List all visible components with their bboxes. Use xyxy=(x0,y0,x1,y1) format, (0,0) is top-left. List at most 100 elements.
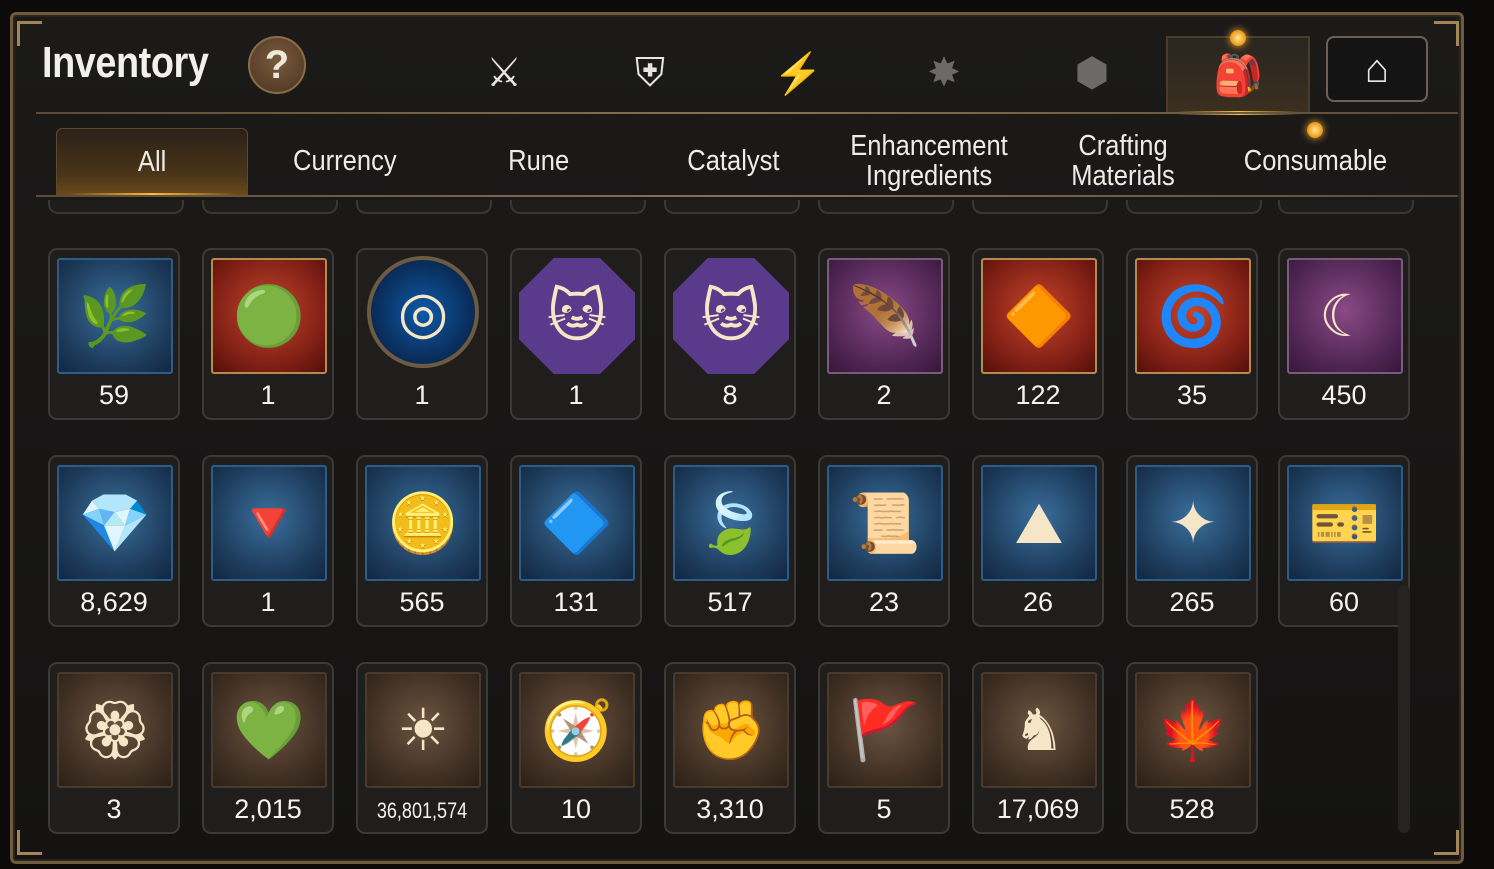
tab-label: All xyxy=(137,146,167,178)
item-quantity: 2 xyxy=(876,380,892,410)
costume-ticket-icon: 🎫 xyxy=(1287,465,1403,581)
item-quantity: 528 xyxy=(1169,794,1215,824)
tabs-divider xyxy=(36,195,1458,197)
notification-dot xyxy=(1307,122,1323,138)
inventory-item-slot[interactable]: ☀ 36,801,574 xyxy=(356,662,488,834)
item-quantity: 1 xyxy=(568,380,584,410)
cube-icon: ⬢ xyxy=(1074,51,1110,95)
tab-broken-shield[interactable]: ⛨ xyxy=(590,38,710,108)
item-quantity: 60 xyxy=(1328,587,1360,617)
tab-label: Consumable xyxy=(1243,145,1387,177)
inventory-item-slot[interactable]: 🐱 1 xyxy=(510,248,642,420)
inventory-item-slot[interactable]: ♞ 17,069 xyxy=(972,662,1104,834)
inventory-item-slot[interactable]: 📜 23 xyxy=(818,455,950,627)
tab-all[interactable]: All xyxy=(56,128,248,197)
red-leaf-icon: 🍁 xyxy=(1135,672,1251,788)
tab-backpack[interactable]: 🎒 xyxy=(1166,36,1310,115)
stone-compass-icon: 🧭 xyxy=(519,672,635,788)
item-quantity: 517 xyxy=(707,587,753,617)
item-quantity: 17,069 xyxy=(996,794,1080,824)
inventory-item-slot[interactable]: 🐱 8 xyxy=(664,248,796,420)
tab-crafting-materials[interactable]: Crafting Materials xyxy=(1028,128,1218,194)
blue-gem-icon: 💎 xyxy=(57,465,173,581)
item-quantity: 3,310 xyxy=(696,794,764,824)
pink-crystal-pile-icon: ⛰ xyxy=(981,465,1097,581)
inventory-item-slot[interactable]: 🚩 5 xyxy=(818,662,950,834)
inventory-item-slot[interactable]: 🧭 10 xyxy=(510,662,642,834)
item-quantity: 565 xyxy=(399,587,445,617)
item-quantity: 8,629 xyxy=(80,587,148,617)
inventory-item-slot[interactable]: ✊ 3,310 xyxy=(664,662,796,834)
inventory-item-slot[interactable]: 💎 8,629 xyxy=(48,455,180,627)
tab-sword-burst[interactable]: ✸ xyxy=(884,38,1004,108)
frame-corner xyxy=(1434,21,1459,46)
sword-burst-icon: ✸ xyxy=(927,51,961,95)
inventory-item-slot[interactable]: 🪶 2 xyxy=(818,248,950,420)
item-quantity: 36,801,574 xyxy=(376,798,468,823)
star-compass-icon: ✦ xyxy=(1135,465,1251,581)
yoyo-icon: 🌀 xyxy=(1135,258,1251,374)
scrollbar[interactable] xyxy=(1398,585,1410,833)
teal-crystal-icon: 🔷 xyxy=(519,465,635,581)
tab-label: Rune xyxy=(508,145,570,177)
tab-currency[interactable]: Currency xyxy=(250,128,440,194)
tab-catalyst[interactable]: Catalyst xyxy=(638,128,828,194)
inventory-item-slot[interactable]: 🍃 517 xyxy=(664,455,796,627)
inventory-item-slot[interactable]: 🟢 1 xyxy=(202,248,334,420)
inventory-item-slot[interactable]: 🌿 59 xyxy=(48,248,180,420)
pet-food-icon: 🐱 xyxy=(673,258,789,374)
item-quantity: 59 xyxy=(98,380,130,410)
tab-hero-equipment[interactable]: ⚔ xyxy=(444,38,564,108)
item-quantity: 23 xyxy=(868,587,900,617)
red-seal-badge-icon: 🏵 xyxy=(57,672,173,788)
inventory-item-slot[interactable]: ◎ 1 xyxy=(356,248,488,420)
tab-rune[interactable]: Rune xyxy=(444,128,634,194)
tab-storehouse[interactable]: ⌂ xyxy=(1326,36,1428,102)
pendulum-icon: 🔻 xyxy=(211,465,327,581)
tab-lightning[interactable]: ⚡ xyxy=(738,38,858,108)
inventory-item-slot[interactable]: 💚 2,015 xyxy=(202,662,334,834)
inventory-item-slot[interactable]: 🪙 565 xyxy=(356,455,488,627)
inventory-item-slot[interactable]: ⛰ 26 xyxy=(972,455,1104,627)
backpack-icon: 🎒 xyxy=(1213,53,1263,98)
help-button[interactable]: ? xyxy=(248,36,306,94)
frame-corner xyxy=(17,21,42,46)
tab-enhancement-ingredients[interactable]: Enhancement Ingredients xyxy=(832,128,1026,194)
tab-label: Enhancement Ingredients xyxy=(850,130,1008,192)
green-orb-icon: 🟢 xyxy=(211,258,327,374)
item-quantity: 35 xyxy=(1176,380,1208,410)
inventory-item-slot[interactable]: 🔻 1 xyxy=(202,455,334,627)
inventory-item-slot[interactable]: 🌀 35 xyxy=(1126,248,1258,420)
green-heart-icon: 💚 xyxy=(211,672,327,788)
inventory-item-slot[interactable]: 🏵 3 xyxy=(48,662,180,834)
pet-certificate-icon: 📜 xyxy=(827,465,943,581)
lightning-icon: ⚡ xyxy=(773,51,823,96)
inventory-item-slot[interactable]: 🔷 131 xyxy=(510,455,642,627)
item-quantity: 8 xyxy=(722,380,738,410)
silver-coin-icon: 🪙 xyxy=(365,465,481,581)
battle-banner-icon: 🚩 xyxy=(827,672,943,788)
page-title: Inventory xyxy=(42,38,209,87)
frame-corner xyxy=(17,830,42,855)
storehouse-icon: ⌂ xyxy=(1364,46,1390,91)
ginseng-root-icon: 🌿 xyxy=(57,258,173,374)
item-quantity: 450 xyxy=(1321,380,1367,410)
tab-label: Currency xyxy=(293,145,397,177)
item-quantity: 2,015 xyxy=(234,794,302,824)
item-quantity: 26 xyxy=(1022,587,1054,617)
item-quantity: 5 xyxy=(876,794,892,824)
chess-knight-icon: ♞ xyxy=(981,672,1097,788)
inventory-item-slot[interactable]: 🎫 60 xyxy=(1278,455,1410,627)
inventory-item-slot[interactable]: 🔶 122 xyxy=(972,248,1104,420)
header-divider xyxy=(36,112,1458,114)
item-quantity: 1 xyxy=(260,380,276,410)
crescent-charm-icon: ☾ xyxy=(1287,258,1403,374)
broken-shield-icon: ⛨ xyxy=(635,50,665,95)
inventory-item-slot[interactable]: ✦ 265 xyxy=(1126,455,1258,627)
tab-label: Catalyst xyxy=(686,145,780,177)
inventory-item-slot[interactable]: ☾ 450 xyxy=(1278,248,1410,420)
feather-wand-icon: 🪶 xyxy=(827,258,943,374)
tab-cube[interactable]: ⬢ xyxy=(1032,38,1152,108)
notification-dot xyxy=(1230,30,1246,46)
inventory-item-slot[interactable]: 🍁 528 xyxy=(1126,662,1258,834)
